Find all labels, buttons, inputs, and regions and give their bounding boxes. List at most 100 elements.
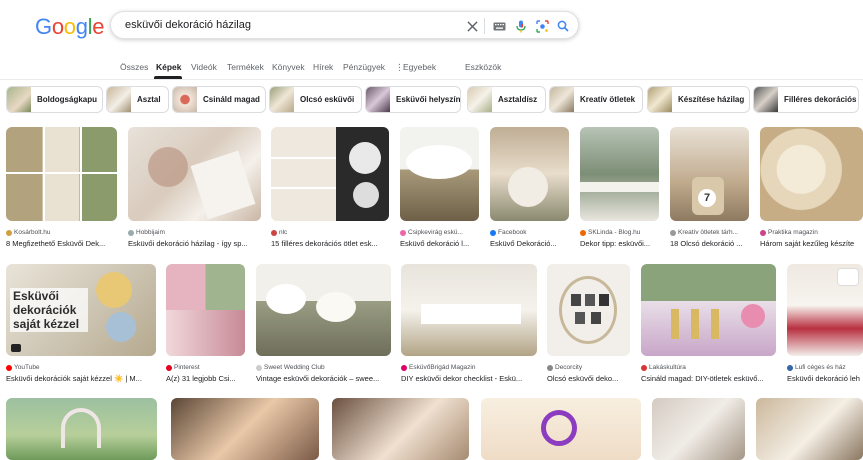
clear-icon[interactable] xyxy=(464,18,480,34)
result-source[interactable]: Lufi céges és ház xyxy=(787,364,863,371)
result-source[interactable]: Csipkevirág eskü... xyxy=(400,229,479,236)
result-title[interactable]: Esküvői dekoráció leh xyxy=(787,374,863,383)
result-title[interactable]: 15 filléres dekorációs ötlet esk... xyxy=(271,239,389,248)
tab-tools[interactable]: Eszközök xyxy=(465,62,501,72)
result-image[interactable] xyxy=(641,264,776,356)
result-title[interactable]: Dekor tipp: esküvői... xyxy=(580,239,659,248)
result-title[interactable]: 8 Megfizethető Esküvői Dek... xyxy=(6,239,117,248)
tab-products[interactable]: Termékek xyxy=(227,62,264,72)
result-source[interactable]: YouTube xyxy=(6,364,156,371)
chip-thumbnail xyxy=(754,87,778,112)
chip-asztaldisz[interactable]: Asztaldísz xyxy=(467,86,546,113)
result-image[interactable] xyxy=(580,127,659,221)
result-image[interactable]: 7 xyxy=(670,127,749,221)
heart-badge xyxy=(837,268,859,286)
chip-label: Olcsó esküvői xyxy=(300,95,355,104)
logo-letter: G xyxy=(35,14,52,39)
chip-label: Kreatív ötletek xyxy=(580,95,636,104)
result-source[interactable]: Kreatív ötletek tárh... xyxy=(670,229,749,236)
chip-label: Boldogságkapu xyxy=(37,95,98,104)
chip-thumbnail xyxy=(270,87,294,112)
result-image[interactable] xyxy=(6,127,117,221)
result-title[interactable]: A(z) 31 legjobb Csi... xyxy=(166,374,245,383)
chip-label: Esküvői helyszín xyxy=(396,95,461,104)
result-source[interactable]: Kosárbolt.hu xyxy=(6,229,117,236)
result-image[interactable] xyxy=(171,398,319,460)
logo-letter: o xyxy=(51,14,64,39)
logo-letter: g xyxy=(75,14,88,39)
chip-asztal[interactable]: Asztal xyxy=(106,86,169,113)
result-title[interactable]: Három saját kezűleg készíte xyxy=(760,239,863,248)
result-image[interactable] xyxy=(6,398,157,460)
result-title[interactable]: Csináld magad: DIY-ötletek esküvő... xyxy=(641,374,776,383)
play-icon xyxy=(11,344,21,352)
result-image[interactable] xyxy=(481,398,641,460)
chip-label: Készítése házilag xyxy=(678,95,745,104)
tab-videos[interactable]: Videók xyxy=(191,62,217,72)
chip-boldogsagkapu[interactable]: Boldogságkapu xyxy=(6,86,103,113)
search-tabs: Összes Képek Videók Termékek Könyvek Hír… xyxy=(0,56,863,80)
chip-thumbnail xyxy=(366,87,390,112)
tab-all[interactable]: Összes xyxy=(120,62,148,72)
result-image[interactable] xyxy=(271,127,389,221)
result-source[interactable]: Hobbijaim xyxy=(128,229,261,236)
search-icon[interactable] xyxy=(555,18,571,34)
tab-news[interactable]: Hírek xyxy=(313,62,333,72)
tab-images[interactable]: Képek xyxy=(156,62,182,72)
tab-more[interactable]: Egyebek xyxy=(403,62,436,72)
chip-kreativ-otletek[interactable]: Kreatív ötletek xyxy=(549,86,643,113)
result-source[interactable]: Lakáskultúra xyxy=(641,364,776,371)
divider xyxy=(484,18,485,34)
chip-thumbnail xyxy=(7,87,31,112)
video-overlay-text: Esküvői dekorációk saját kézzel xyxy=(10,288,88,332)
result-title[interactable]: Olcsó esküvői deko... xyxy=(547,374,630,383)
result-source[interactable]: Praktika magazin xyxy=(760,229,863,236)
result-title[interactable]: DIY esküvői dekor checklist - Eskü... xyxy=(401,374,537,383)
lens-icon[interactable] xyxy=(534,18,550,34)
result-source[interactable]: Sweet Wedding Club xyxy=(256,364,391,371)
result-image[interactable] xyxy=(166,264,245,356)
result-title[interactable]: Esküvő Dekoráció... xyxy=(490,239,569,248)
result-image[interactable] xyxy=(756,398,863,460)
result-title[interactable]: Vintage esküvői dekorációk – swee... xyxy=(256,374,391,383)
result-image[interactable] xyxy=(332,398,469,460)
chip-filleres-dekoracios[interactable]: Filléres dekorációs xyxy=(753,86,859,113)
chip-csinald-magad[interactable]: Csináld magad xyxy=(172,86,266,113)
result-title[interactable]: 18 Olcsó dekoráció ... xyxy=(670,239,749,248)
search-input[interactable]: esküvői dekoráció házilag xyxy=(125,19,251,31)
result-image[interactable] xyxy=(490,127,569,221)
result-source[interactable]: Pinterest xyxy=(166,364,245,371)
result-image[interactable] xyxy=(547,264,630,356)
result-image[interactable] xyxy=(787,264,863,356)
result-image[interactable] xyxy=(400,127,479,221)
tab-books[interactable]: Könyvek xyxy=(272,62,305,72)
result-source[interactable]: Decorcity xyxy=(547,364,630,371)
result-image[interactable] xyxy=(256,264,391,356)
result-title[interactable]: Esküvő dekoráció l... xyxy=(400,239,479,248)
tab-finance[interactable]: Pénzügyek xyxy=(343,62,385,72)
microphone-icon[interactable] xyxy=(513,18,529,34)
result-image[interactable] xyxy=(760,127,863,221)
chip-thumbnail xyxy=(173,87,197,112)
result-title[interactable]: Esküvői dekorációk saját kézzel ☀️ | M..… xyxy=(6,374,156,383)
chip-olcso-eskuvoi[interactable]: Olcsó esküvői xyxy=(269,86,362,113)
result-image[interactable]: Esküvői dekorációk saját kézzel xyxy=(6,264,156,356)
result-source[interactable]: EsküvőBrigád Magazin xyxy=(401,364,537,371)
result-title[interactable]: Esküvői dekoráció házilag - így sp... xyxy=(128,239,261,248)
search-box[interactable]: esküvői dekoráció házilag xyxy=(110,11,579,39)
result-source[interactable]: nlc xyxy=(271,229,389,236)
result-image[interactable] xyxy=(652,398,745,460)
result-image[interactable] xyxy=(128,127,261,221)
result-source[interactable]: Facebook xyxy=(490,229,569,236)
google-logo[interactable]: Google xyxy=(35,14,104,40)
result-image[interactable] xyxy=(401,264,537,356)
chip-keszitese-hazilag[interactable]: Készítése házilag xyxy=(647,86,750,113)
keyboard-icon[interactable] xyxy=(491,18,507,34)
result-source[interactable]: SKLinda - Blog.hu xyxy=(580,229,659,236)
chip-eskuvoi-helyszin[interactable]: Esküvői helyszín xyxy=(365,86,461,113)
chip-thumbnail xyxy=(107,87,131,112)
chip-thumbnail xyxy=(550,87,574,112)
chip-thumbnail xyxy=(468,87,492,112)
chip-label: Asztaldísz xyxy=(498,95,538,104)
chip-thumbnail xyxy=(648,87,672,112)
